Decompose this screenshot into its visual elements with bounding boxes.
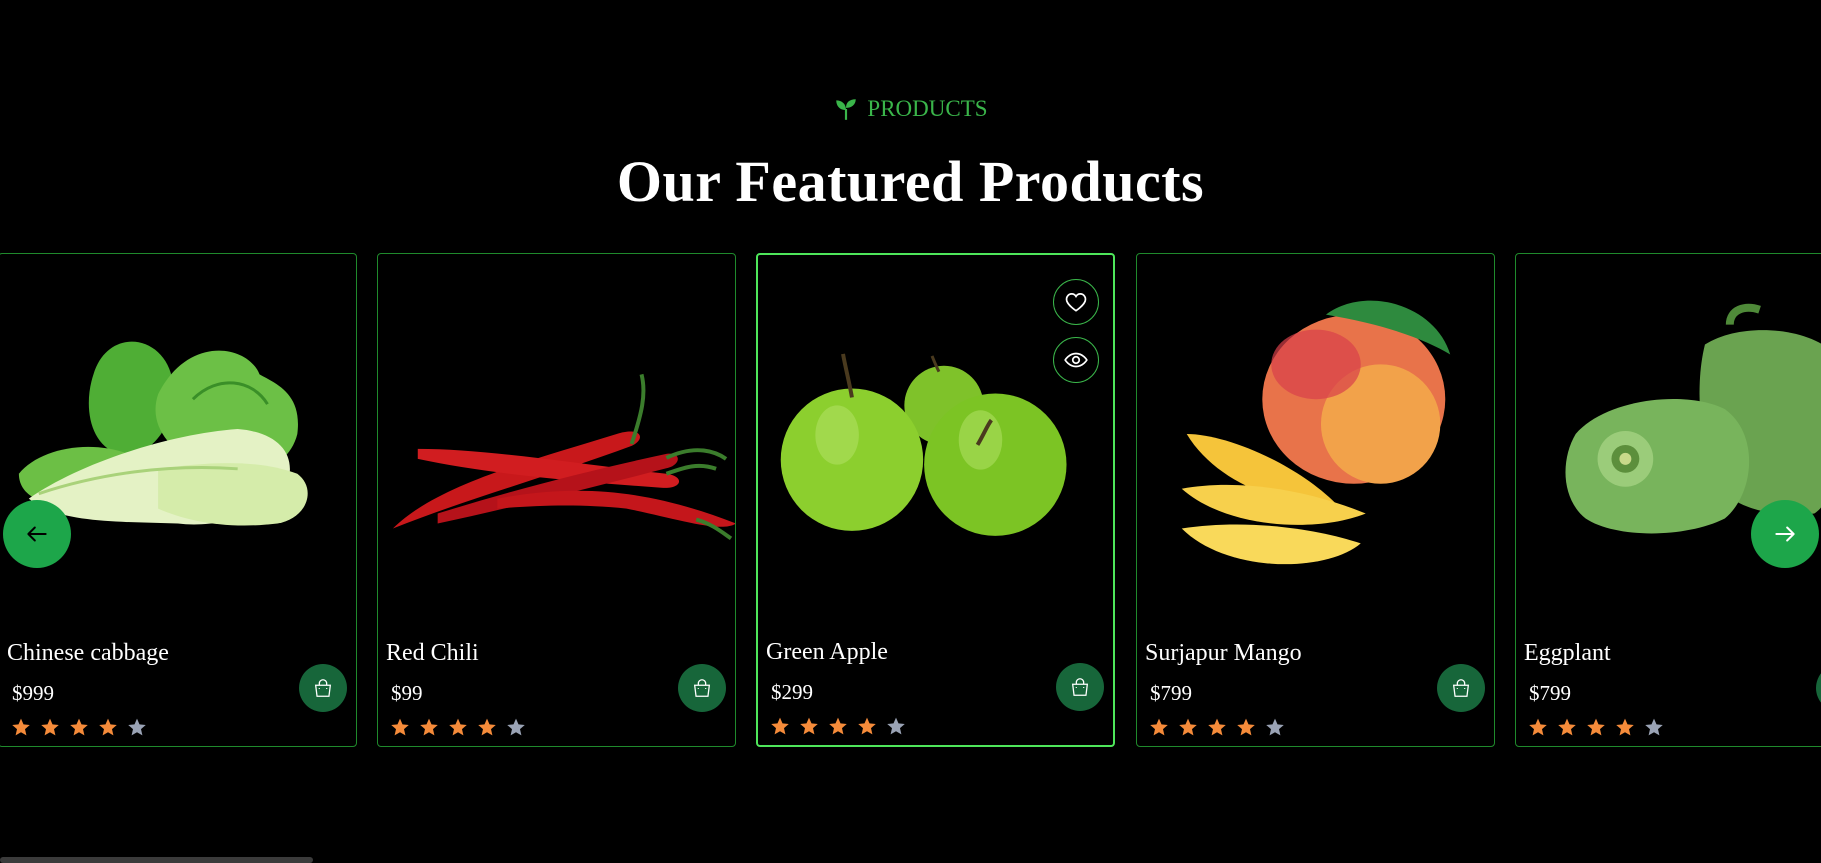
product-rating xyxy=(770,716,906,736)
star-filled-icon xyxy=(448,717,468,737)
arrow-right-icon xyxy=(1775,526,1795,542)
product-name[interactable]: Chinese cabbage xyxy=(7,640,169,667)
product-rating xyxy=(1149,717,1285,737)
product-name[interactable]: Green Apple xyxy=(766,639,888,666)
star-filled-icon xyxy=(1528,717,1548,737)
product-card[interactable]: Eggplant $799 xyxy=(1515,253,1821,747)
product-name[interactable]: Eggplant xyxy=(1524,640,1611,667)
green-apple-image xyxy=(758,285,1113,585)
star-filled-icon xyxy=(390,717,410,737)
star-filled-icon xyxy=(770,716,790,736)
red-chili-image xyxy=(378,284,735,584)
wishlist-button[interactable] xyxy=(1053,279,1099,325)
star-filled-icon xyxy=(477,717,497,737)
quick-view-button[interactable] xyxy=(1053,337,1099,383)
star-filled-icon xyxy=(1586,717,1606,737)
add-to-cart-button[interactable] xyxy=(1056,663,1104,711)
add-to-cart-button[interactable] xyxy=(678,664,726,712)
product-card[interactable]: Surjapur Mango $799 xyxy=(1136,253,1495,747)
leaf-sprout-icon xyxy=(836,99,857,120)
heart-icon xyxy=(1065,293,1087,312)
product-rating xyxy=(11,717,147,737)
product-rating xyxy=(1528,717,1664,737)
section-eyebrow: PRODUCTS xyxy=(0,96,1821,122)
star-filled-icon xyxy=(11,717,31,737)
product-rating xyxy=(390,717,526,737)
carousel-prev-button[interactable] xyxy=(3,500,71,568)
product-price: $99 xyxy=(391,681,423,705)
horizontal-scrollbar[interactable] xyxy=(0,857,313,863)
add-to-cart-button[interactable] xyxy=(1816,664,1821,712)
star-filled-icon xyxy=(1557,717,1577,737)
star-empty-icon xyxy=(506,717,526,737)
star-filled-icon xyxy=(1149,717,1169,737)
star-filled-icon xyxy=(419,717,439,737)
eye-icon xyxy=(1064,352,1088,368)
star-filled-icon xyxy=(1615,717,1635,737)
product-price: $299 xyxy=(771,680,813,704)
add-to-cart-button[interactable] xyxy=(1437,664,1485,712)
eyebrow-label: PRODUCTS xyxy=(867,96,988,121)
product-card[interactable]: Red Chili $99 xyxy=(377,253,736,747)
product-card-active[interactable]: Green Apple $299 xyxy=(756,253,1115,747)
star-filled-icon xyxy=(857,716,877,736)
star-empty-icon xyxy=(886,716,906,736)
product-price: $999 xyxy=(12,681,54,705)
star-filled-icon xyxy=(98,717,118,737)
shopping-bag-icon xyxy=(1071,678,1089,696)
section-title: Our Featured Products xyxy=(616,149,1205,214)
product-card[interactable]: Chinese cabbage $999 xyxy=(0,253,357,747)
mango-image xyxy=(1137,284,1494,584)
star-filled-icon xyxy=(828,716,848,736)
star-filled-icon xyxy=(799,716,819,736)
product-name[interactable]: Red Chili xyxy=(386,640,479,667)
shopping-bag-icon xyxy=(314,679,332,697)
arrow-left-icon xyxy=(27,526,47,542)
carousel-next-button[interactable] xyxy=(1751,500,1819,568)
add-to-cart-button[interactable] xyxy=(299,664,347,712)
star-filled-icon xyxy=(1207,717,1227,737)
shopping-bag-icon xyxy=(693,679,711,697)
star-empty-icon xyxy=(1265,717,1285,737)
product-price: $799 xyxy=(1150,681,1192,705)
star-filled-icon xyxy=(40,717,60,737)
product-price: $799 xyxy=(1529,681,1571,705)
product-name[interactable]: Surjapur Mango xyxy=(1145,640,1302,667)
shopping-bag-icon xyxy=(1452,679,1470,697)
star-filled-icon xyxy=(1178,717,1198,737)
star-filled-icon xyxy=(1236,717,1256,737)
star-filled-icon xyxy=(69,717,89,737)
star-empty-icon xyxy=(1644,717,1664,737)
star-empty-icon xyxy=(127,717,147,737)
